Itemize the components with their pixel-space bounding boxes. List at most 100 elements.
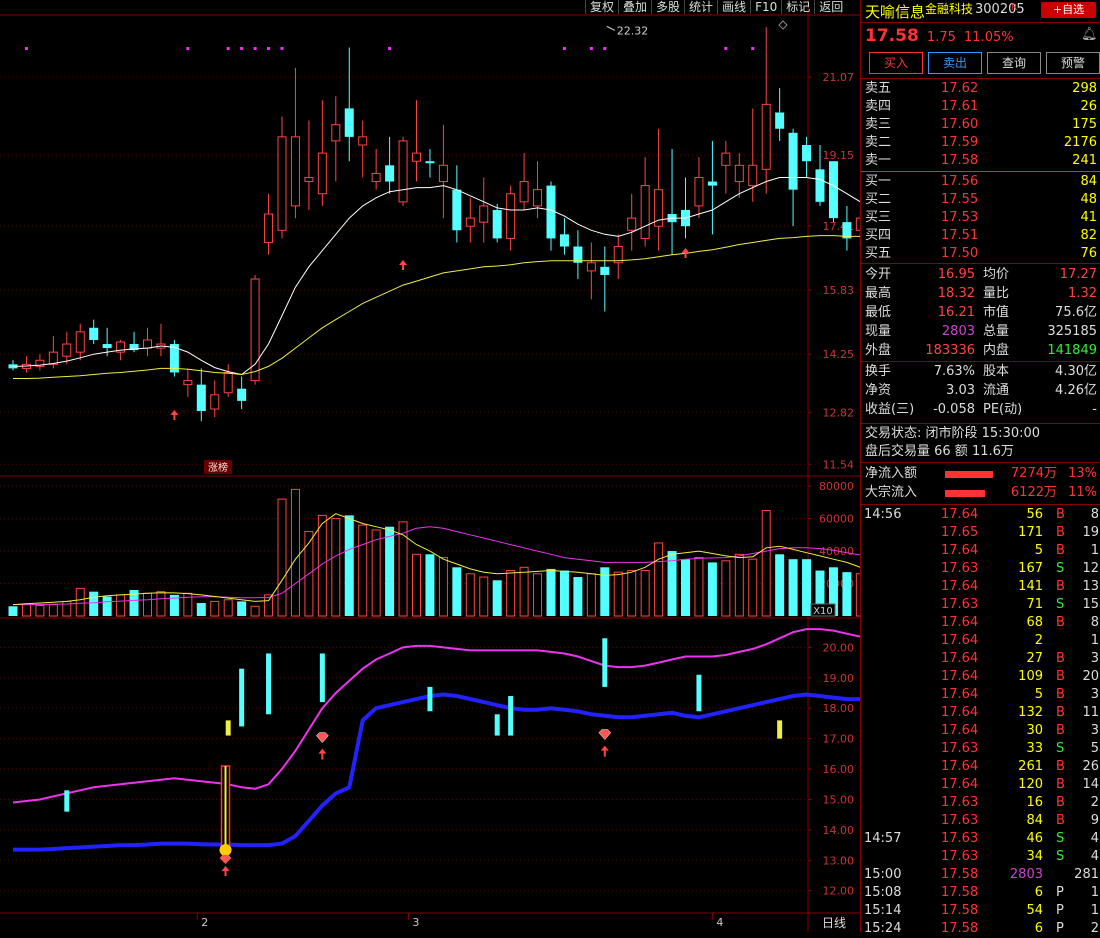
stats-row: 今开 16.95 均价 17.27 <box>861 266 1100 284</box>
candle-body <box>102 344 112 349</box>
stat-label: 外盘 <box>865 343 892 358</box>
tick-volume: 84 <box>1026 813 1043 828</box>
ask-price: 17.59 <box>941 135 979 150</box>
chart-area[interactable]: 21.0719.1517.4115.8314.2512.8211.5480000… <box>0 0 860 932</box>
indicator-signal-bar <box>427 686 433 712</box>
tick-row: 14:56 17.64 56 B 8 <box>861 506 1100 524</box>
signal-dot <box>267 47 271 50</box>
indicator-signal-bar <box>266 653 272 715</box>
bell-icon[interactable]: 🔔︎ <box>1081 27 1098 42</box>
gem-icon <box>598 729 612 740</box>
fin-label: 流通 <box>983 383 1010 398</box>
flow-row: 大宗流入 6122万 11% <box>861 484 1100 502</box>
volume-bar <box>802 559 812 616</box>
divider <box>861 462 1100 463</box>
up-arrow-icon <box>600 745 609 757</box>
fin-value: 4.26亿 <box>1055 383 1097 398</box>
r-tag: R <box>1011 3 1018 13</box>
tick-volume: 5 <box>1034 687 1043 702</box>
tick-row: 15:14 17.58 54 P 1 <box>861 902 1100 920</box>
volume-bars <box>8 488 860 617</box>
stat-value: 1.32 <box>1068 286 1097 301</box>
tick-volume: 30 <box>1026 723 1043 738</box>
tick-price: 17.63 <box>941 597 979 612</box>
tick-row: 17.63 33 S 5 <box>861 740 1100 758</box>
diamond-icon[interactable] <box>778 20 788 30</box>
up-arrow-icon <box>221 866 230 876</box>
indicator-signal-bar <box>602 638 608 687</box>
stat-value: 18.32 <box>937 286 975 301</box>
tick-count: 1 <box>1090 633 1099 648</box>
ask-row: 卖五 17.62 298 <box>861 80 1100 98</box>
ma-line-yellow <box>13 235 860 379</box>
volume-bar <box>358 524 368 617</box>
sell-button[interactable]: 卖出 <box>928 52 982 74</box>
candle-body <box>331 124 341 142</box>
candle-body <box>734 164 744 183</box>
tick-volume: 54 <box>1026 903 1043 918</box>
tick-time: 15:14 <box>864 903 902 918</box>
tick-price: 17.64 <box>941 687 979 702</box>
indicator-tick-label: 17.00 <box>823 733 855 746</box>
bid-row: 买三 17.53 41 <box>861 209 1100 227</box>
tick-side: B <box>1056 615 1065 630</box>
tick-count: 1 <box>1090 543 1099 558</box>
tick-side: P <box>1056 921 1064 936</box>
tick-count: 2 <box>1090 795 1099 810</box>
toolbar-item[interactable]: 标记 <box>781 0 814 14</box>
ask-label: 卖一 <box>865 153 892 168</box>
indicator-signal-bar <box>239 668 245 727</box>
alert-button[interactable]: 预警 <box>1046 52 1100 74</box>
candle-body <box>748 164 758 187</box>
tick-row: 17.63 34 S 4 <box>861 848 1100 866</box>
indicator-upper <box>12 628 860 804</box>
quote-panel: 天喻信息 金融科技 300205 R +自选 17.58 1.75 11.05%… <box>860 0 1100 936</box>
toolbar-item[interactable]: 统计 <box>684 0 717 14</box>
tick-volume: 5 <box>1034 543 1043 558</box>
tick-row: 14:57 17.63 46 S 4 <box>861 830 1100 848</box>
volume-bar <box>277 498 287 617</box>
tick-volume: 120 <box>1018 777 1043 792</box>
volume-bar <box>89 591 99 616</box>
tick-side: B <box>1056 543 1065 558</box>
toolbar-item[interactable]: F10 <box>750 0 781 14</box>
tick-price: 17.64 <box>941 705 979 720</box>
toolbar-item[interactable]: 复权 <box>585 0 618 14</box>
bid-volume: 76 <box>1080 246 1097 261</box>
volume-bar <box>156 591 166 617</box>
tick-price: 17.64 <box>941 543 979 558</box>
signal-dot <box>253 47 257 50</box>
toolbar-item[interactable]: 多股 <box>651 0 684 14</box>
stat-label: 最低 <box>865 305 892 320</box>
toolbar-item[interactable]: 返回 <box>814 0 847 14</box>
fin-value: -0.058 <box>933 402 975 417</box>
add-watchlist-button[interactable]: +自选 <box>1041 2 1096 18</box>
volume-tick-label: 60000 <box>819 513 854 526</box>
buy-button[interactable]: 买入 <box>869 52 923 74</box>
volume-bar <box>290 488 300 617</box>
ask-label: 卖二 <box>865 135 892 150</box>
bid-price: 17.50 <box>941 246 979 261</box>
tick-side: B <box>1056 723 1065 738</box>
tick-row: 17.64 261 B 26 <box>861 758 1100 776</box>
period-label[interactable]: 日线 <box>822 916 846 930</box>
tick-count: 1 <box>1090 885 1099 900</box>
launch-bar-core <box>224 766 227 852</box>
tick-side: S <box>1056 597 1065 612</box>
toolbar-item[interactable]: 叠加 <box>618 0 651 14</box>
quote-line: 17.58 1.75 11.05% <box>865 26 1014 46</box>
indicator-tick-label: 19.00 <box>823 672 855 685</box>
query-button[interactable]: 查询 <box>987 52 1041 74</box>
indicator-signal-bar <box>696 674 702 712</box>
candle-body <box>344 108 354 137</box>
tick-row: 17.64 68 B 8 <box>861 614 1100 632</box>
volume-bar <box>35 604 45 617</box>
tick-row: 17.63 84 B 9 <box>861 812 1100 830</box>
tick-side: B <box>1056 669 1065 684</box>
tick-count: 281 <box>1074 867 1099 882</box>
indicator-tick-label: 16.00 <box>823 763 855 776</box>
signal-dot <box>186 47 190 50</box>
toolbar-item[interactable]: 画线 <box>717 0 750 14</box>
indicator-signal-bar <box>319 653 325 703</box>
x-axis-label: 4 <box>716 916 723 929</box>
